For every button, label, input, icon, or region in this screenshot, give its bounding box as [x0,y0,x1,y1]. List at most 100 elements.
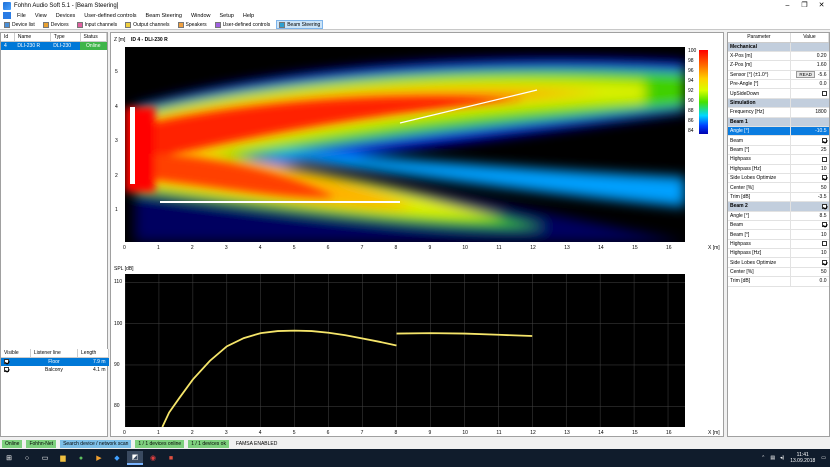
param-value[interactable]: 0.0 [789,79,829,90]
param-row[interactable]: Angle [°] 8.5 [728,211,829,221]
param-value[interactable]: 50 [789,182,829,193]
param-row[interactable]: Beam [°] 25 [728,145,829,156]
param-checkbox[interactable] [821,137,827,143]
notifications-icon[interactable]: ▭ [821,455,826,461]
visible-checkbox[interactable] [1,357,31,366]
param-value[interactable] [789,98,829,109]
param-value[interactable]: 0.20 [789,51,829,62]
param-value[interactable]: 10 [789,164,829,174]
param-row[interactable]: Beam [°] 10 [728,229,829,240]
app-icon-2[interactable]: ▶ [91,451,107,465]
tab-devices[interactable]: Devices [41,20,71,29]
param-value[interactable] [789,173,829,184]
app-icon-1[interactable]: ● [73,451,89,465]
param-value[interactable]: 8.5 [789,211,829,221]
param-value[interactable]: -10.5 [789,126,829,137]
param-checkbox[interactable] [821,90,827,96]
param-row[interactable]: Side Lobes Optimize [728,173,829,184]
col-listener-line[interactable]: Listener line [30,349,79,358]
volume-icon[interactable]: ◂) [780,455,784,461]
param-value[interactable]: 50 [789,267,829,278]
param-row[interactable]: Angle [°] -10.5 [728,126,829,137]
explorer-icon[interactable]: ▆ [55,451,71,465]
param-value[interactable] [789,117,829,128]
param-row[interactable]: Highpass [Hz] 10 [728,164,829,174]
param-row[interactable]: Frequency [Hz] 1800 [728,107,829,118]
menu-setup[interactable]: Setup [220,13,234,19]
tab-beam-steering[interactable]: Beam Steering [276,20,324,29]
param-checkbox[interactable] [821,241,827,247]
param-col-header[interactable]: Parameter [728,33,791,43]
search-icon[interactable]: ○ [19,451,35,465]
param-row[interactable]: X-Pos [m] 0.20 [728,51,829,62]
param-value[interactable] [789,201,829,212]
menu-user-defined-controls[interactable]: User-defined controls [84,13,136,19]
param-value[interactable]: -3.5 [789,192,829,203]
tab-device-list[interactable]: Device list [2,20,37,29]
beam-heatmap[interactable] [125,47,685,242]
param-row[interactable]: Beam [728,220,829,231]
param-value[interactable] [789,257,829,268]
close-button[interactable]: ✕ [813,0,830,11]
menu-devices[interactable]: Devices [56,13,76,19]
col-type[interactable]: Type [50,33,81,42]
status-indicator[interactable]: Search device / network scan [60,440,132,448]
col-id[interactable]: Id [1,33,15,42]
param-row[interactable]: Z-Pos [m] 1.60 [728,60,829,71]
param-value[interactable] [789,42,829,52]
app-icon-4[interactable]: ■ [163,451,179,465]
param-value[interactable] [789,154,829,165]
param-value[interactable]: 0.0 [789,276,829,287]
param-value[interactable]: 1.60 [789,60,829,71]
param-value[interactable] [789,135,829,146]
param-value[interactable] [789,88,829,99]
param-row[interactable]: Center [%] 50 [728,267,829,278]
param-row[interactable]: Highpass [728,239,829,250]
param-checkbox[interactable] [821,222,827,228]
table-row[interactable]: Balcony 4.1 m [1,366,109,374]
param-value[interactable]: 25 [789,145,829,156]
param-row[interactable]: Highpass [728,154,829,165]
chrome-icon[interactable]: ◉ [145,451,161,465]
param-row[interactable]: Side Lobes Optimize [728,257,829,268]
spl-plot[interactable] [124,274,685,428]
tab-output-channels[interactable]: Output channels [123,20,171,29]
param-row[interactable]: Highpass [Hz] 10 [728,248,829,259]
param-row[interactable]: Sensor [°] (±1.0°) READ -5.6 [728,70,829,81]
param-checkbox[interactable] [821,156,827,162]
param-row[interactable]: Trim [dB] -3.5 [728,192,829,203]
visible-checkbox[interactable] [1,366,30,374]
network-icon[interactable]: ▤ [770,455,775,461]
windows-start-icon[interactable]: ⊞ [1,451,17,465]
menu-view[interactable]: View [35,13,47,19]
app-icon-3[interactable]: ◆ [109,451,125,465]
tab-input-channels[interactable]: Input channels [75,20,120,29]
param-row[interactable]: Center [%] 50 [728,182,829,193]
param-col-header[interactable]: Value [790,33,830,43]
menu-beam-steering[interactable]: Beam Steering [146,13,182,19]
col-status[interactable]: Status [80,33,108,42]
param-row[interactable]: UpSideDown [728,88,829,99]
fohhn-taskbar-icon[interactable]: ◩ [127,451,143,465]
param-checkbox[interactable] [821,259,827,265]
task-view-icon[interactable]: ▭ [37,451,53,465]
param-value[interactable]: 10 [789,229,829,240]
read-sensor-button[interactable]: READ [796,71,815,79]
param-value[interactable] [789,239,829,250]
table-row[interactable]: 4 DLI-230 R DLI-230 Online [1,41,107,50]
menu-help[interactable]: Help [243,13,254,19]
param-row[interactable]: Trim [dB] 0.0 [728,276,829,287]
col-name[interactable]: Name [14,33,51,42]
clock[interactable]: 11:41 13.09.2018 [790,452,815,464]
param-row[interactable]: Beam [728,135,829,146]
minimize-button[interactable]: – [779,0,796,11]
menu-window[interactable]: Window [191,13,211,19]
param-value[interactable] [789,220,829,231]
table-row[interactable]: Floor 7.9 m [1,357,109,366]
param-value[interactable]: 1800 [789,107,829,118]
maximize-button[interactable]: ❐ [796,0,813,11]
chevron-up-icon[interactable]: ⌃ [761,455,765,461]
col-visible[interactable]: Visible [1,349,31,358]
col-length[interactable]: Length [77,349,109,358]
menu-file[interactable]: File [17,13,26,19]
